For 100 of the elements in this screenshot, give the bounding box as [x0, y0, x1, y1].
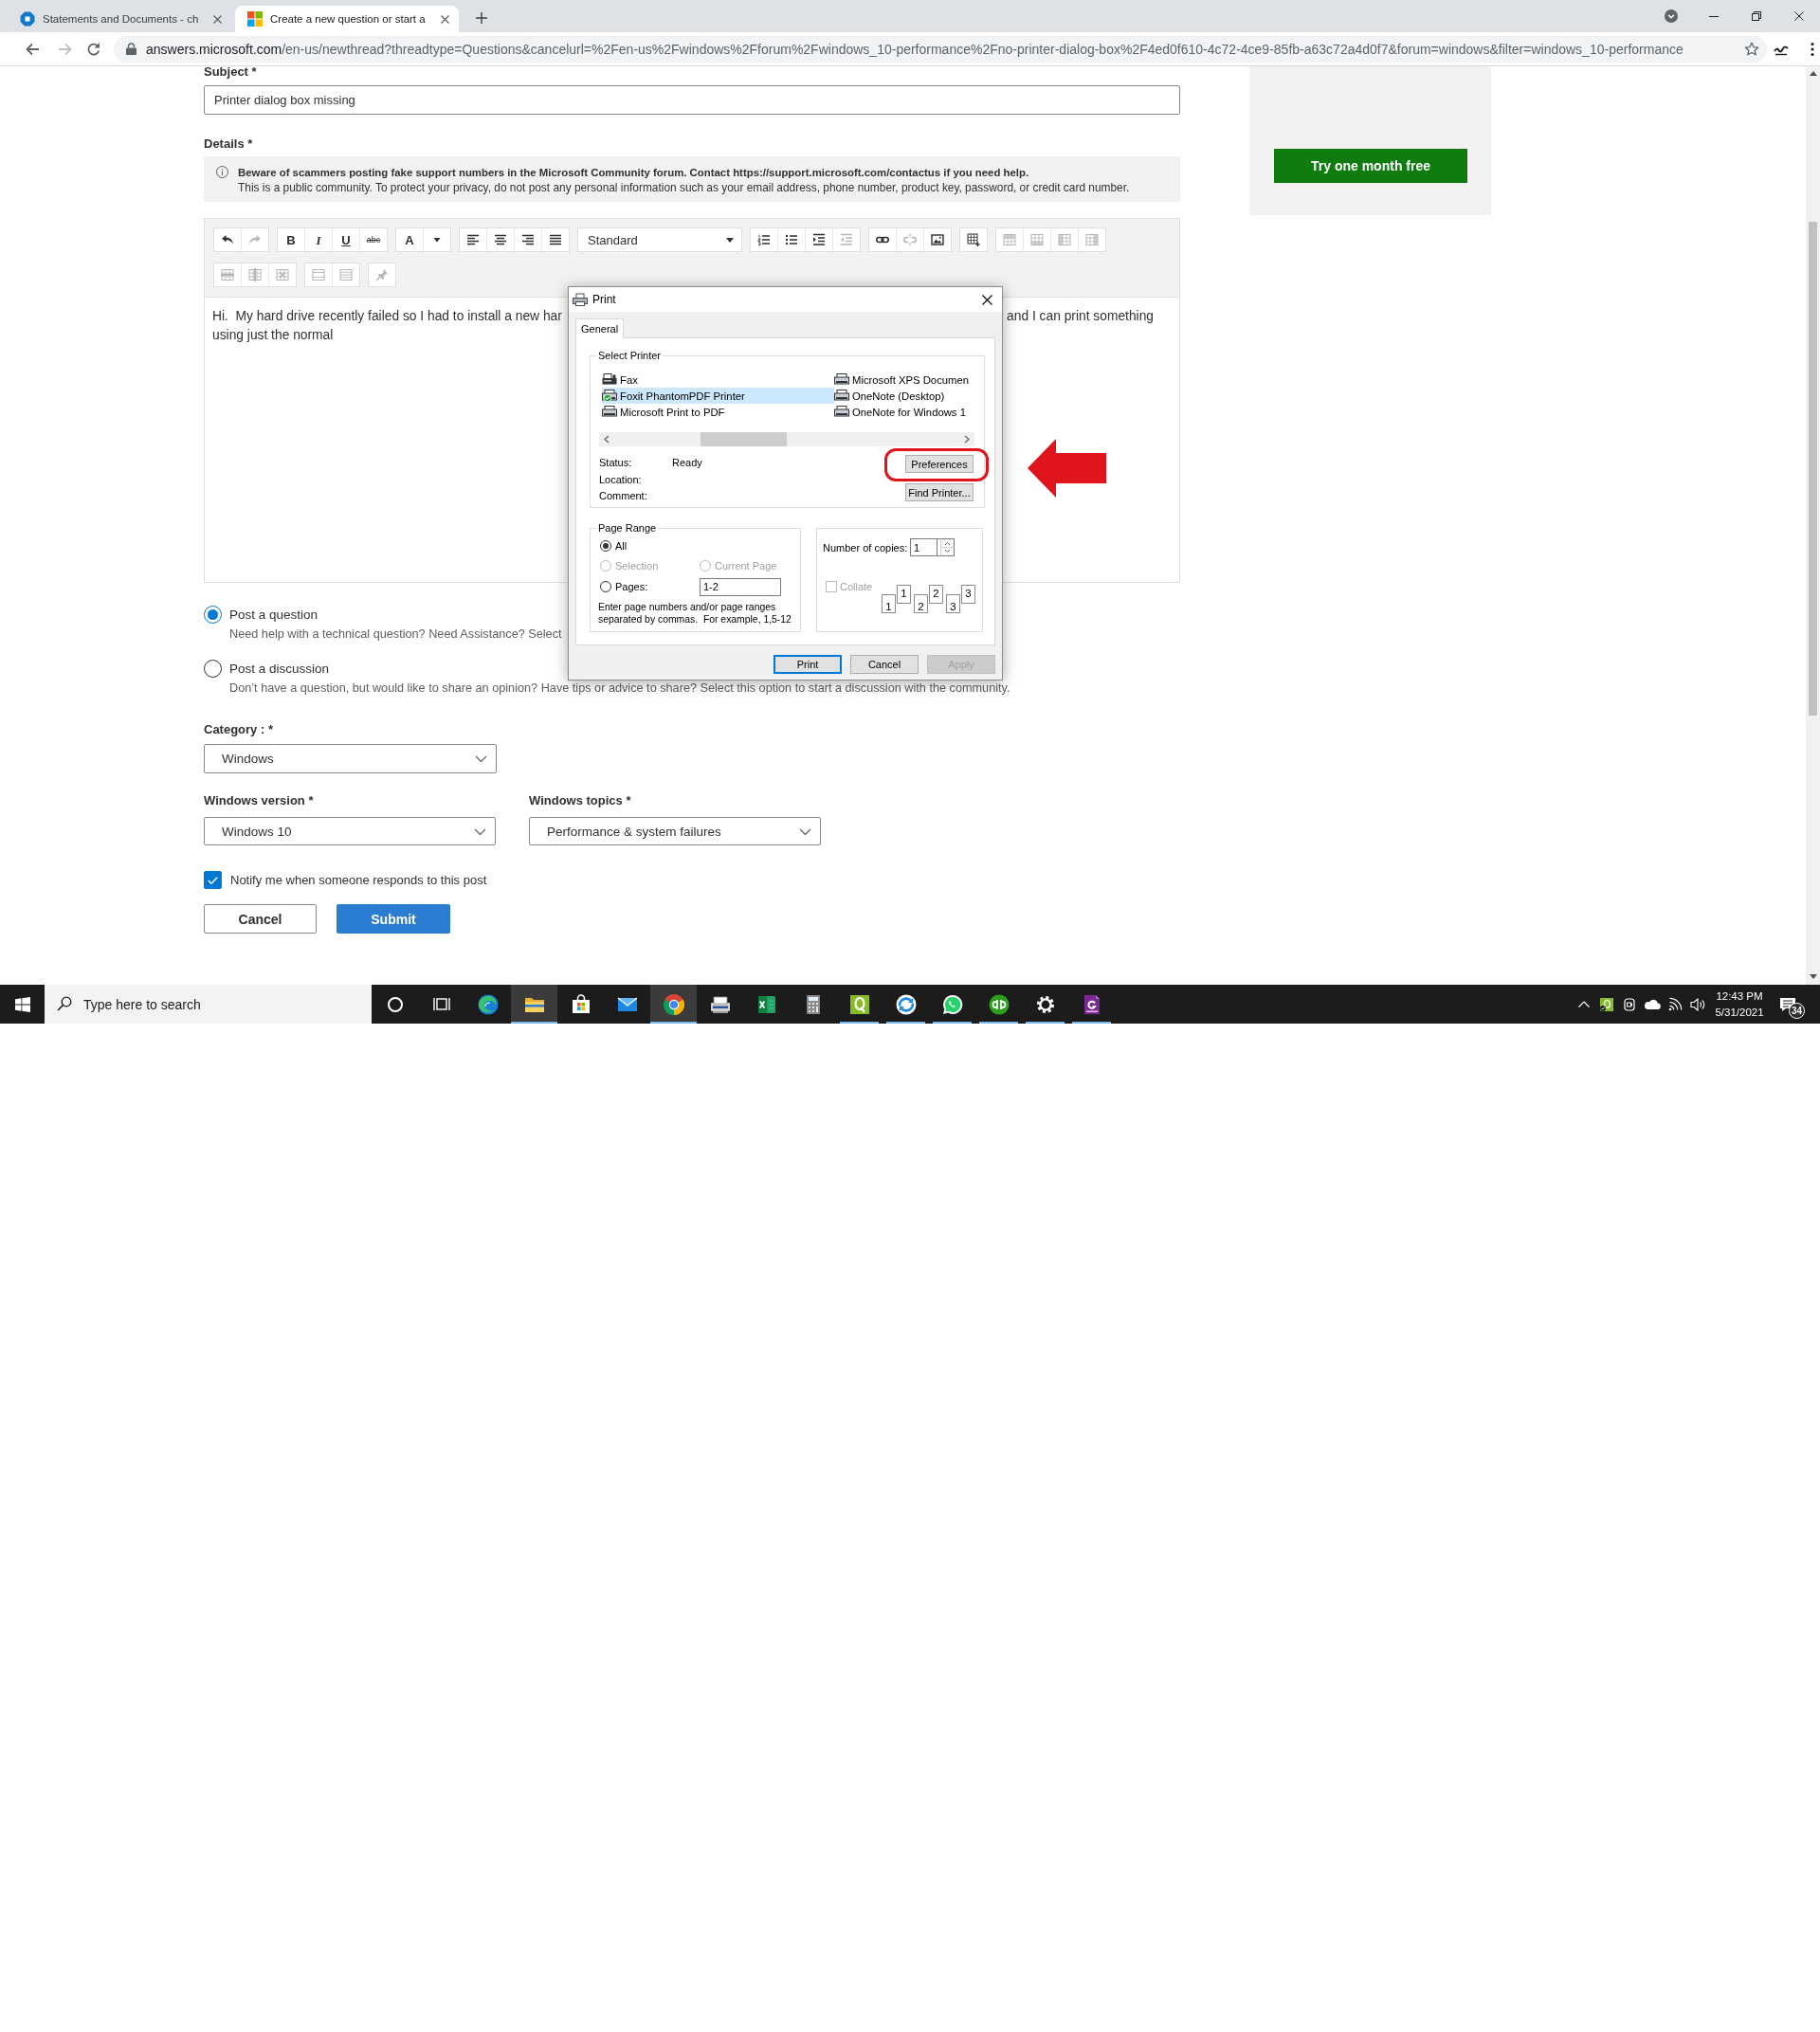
cloud-icon[interactable]: [1644, 999, 1661, 1009]
wifi-icon[interactable]: [1667, 997, 1683, 1011]
copies-label: Number of copies:: [823, 541, 909, 553]
image-icon: [931, 233, 944, 246]
warning-text: Beware of scammers posting fake support numbers in the Microsoft Community forum. Contact https://support.microsoft.com/contactus if you need help.: [238, 166, 1030, 180]
circle-logo-icon: [987, 992, 1010, 1016]
table-top-row-icon: [1003, 233, 1016, 246]
down-arrow-icon[interactable]: [1809, 974, 1817, 979]
table-button[interactable]: [959, 227, 988, 252]
info-label: Comment:: [599, 489, 648, 503]
option-description: Need help with a technical question? Need Assistance? Select: [229, 626, 563, 642]
printer-item[interactable]: Microsoft Print to PDF: [602, 404, 834, 420]
field-label: Windows version *: [204, 794, 315, 807]
undo-icon: [221, 233, 234, 246]
back-icon[interactable]: [25, 41, 40, 57]
printer-item[interactable]: Microsoft XPS Documen: [834, 372, 974, 388]
editor-text: Hi. My hard drive recently failed so I had to install a new har: [212, 308, 562, 323]
swirl-icon: [476, 992, 500, 1016]
table-icon: [967, 233, 980, 246]
taskbar-button[interactable]: [511, 985, 557, 1024]
unlink-icon: [903, 233, 917, 246]
radio-label: Current Page: [715, 559, 777, 572]
checkbox-label: Notify me when someone responds to this post: [230, 873, 487, 887]
printer-item[interactable]: OneNote (Desktop): [834, 388, 974, 404]
app-tile-icon: [847, 992, 871, 1016]
table-cross-icon: [276, 268, 289, 281]
clock-time[interactable]: 12:43 PM: [1716, 988, 1763, 1005]
info-value: Ready: [672, 456, 702, 470]
chevron-circle-icon[interactable]: [1664, 9, 1678, 23]
page-sheet: 1: [882, 594, 896, 613]
printer-item[interactable]: OneNote for Windows 1: [834, 404, 974, 420]
group-title: Page Range: [597, 522, 658, 535]
menu-icon[interactable]: [1811, 41, 1814, 57]
address-bar[interactable]: answers.microsoft.com/en-us/newthread?threadtype=Questions&cancelurl=%2Fen-us%2Fwindows%2Fforum%2Fwindows_10-performance%2Fno-printer-dialog-box%2F4ed0f610-4c72-4ce9-85fb-a63c72a4d0f7&forum=windows&filter=windows_10-performance: [114, 35, 1767, 63]
chevron-up-icon[interactable]: [1578, 1001, 1590, 1007]
dialog-button[interactable]: Cancel: [850, 655, 919, 674]
topics-dropdown[interactable]: Performance & system failures: [529, 817, 821, 845]
option-description: Don’t have a question, but would like to share an opinion? Have tips or advice to share? Select this option to start a discussion with the community.: [229, 680, 1011, 696]
spinner-arrows-icon[interactable]: [937, 538, 955, 556]
radio-button[interactable]: [204, 659, 222, 678]
table-rows-icon: [339, 268, 353, 281]
printer-icon: [573, 292, 588, 307]
editor-text: and I can print something: [1007, 308, 1154, 323]
start-icon[interactable]: [14, 996, 30, 1012]
search-icon: [57, 996, 72, 1011]
info-label: Location:: [599, 472, 643, 487]
taskbar-button[interactable]: [650, 985, 697, 1024]
speaker-icon[interactable]: [1690, 997, 1705, 1011]
app-tile-icon[interactable]: [1599, 996, 1614, 1012]
radio-label: Pages:: [615, 581, 648, 592]
cell-icon: [312, 268, 325, 281]
radio-button[interactable]: [204, 605, 222, 624]
close-icon[interactable]: [1793, 11, 1804, 21]
dialog-button[interactable]: Preferences: [905, 455, 974, 473]
star-icon[interactable]: [1744, 41, 1759, 57]
copies-field[interactable]: 1: [910, 538, 937, 556]
subject-field[interactable]: Printer dialog box missing: [204, 85, 1180, 115]
checkbox[interactable]: [204, 871, 222, 889]
pages-field[interactable]: 1-2: [700, 577, 781, 596]
trial-button[interactable]: Try one month free: [1274, 149, 1467, 183]
version-dropdown[interactable]: Windows 10: [204, 817, 496, 845]
close-icon[interactable]: [441, 14, 449, 24]
editor-text: using just the normal: [212, 327, 334, 342]
cancel-button[interactable]: Cancel: [204, 904, 317, 934]
table-column-icon: [248, 268, 262, 281]
outdent-icon: [840, 233, 853, 246]
close-icon[interactable]: [982, 294, 992, 305]
justify-icon: [549, 233, 562, 246]
restore-icon[interactable]: [1751, 11, 1761, 21]
radio-label: Post a discussion: [229, 661, 330, 676]
video-camera-icon[interactable]: [1622, 996, 1637, 1012]
radio-button[interactable]: [600, 539, 611, 552]
category-dropdown[interactable]: Windows: [204, 744, 497, 773]
group-title: Select Printer: [597, 350, 663, 362]
dialog-tab[interactable]: General: [575, 318, 625, 338]
radio-label: Post a question: [229, 607, 318, 622]
up-arrow-icon[interactable]: [1809, 71, 1817, 76]
info-label: Status:: [599, 456, 633, 470]
plus-icon[interactable]: [476, 12, 487, 24]
style-dropdown[interactable]: Standard: [577, 227, 742, 252]
printer-item[interactable]: Foxit PhantomPDF Printer: [602, 388, 834, 404]
scrollbar-thumb[interactable]: [1809, 222, 1817, 716]
radio-label: Selection: [615, 559, 659, 572]
search-field[interactable]: Type here to search: [45, 985, 372, 1024]
minimize-icon[interactable]: [1708, 15, 1719, 17]
chevron-down-icon: [475, 755, 487, 762]
reload-icon[interactable]: [86, 41, 101, 57]
page-sheet: 2: [929, 585, 943, 604]
dialog-button[interactable]: Print: [774, 655, 842, 674]
checkbox-label: Collate: [840, 581, 874, 592]
radio-button[interactable]: [600, 581, 611, 592]
scrollbar-thumb[interactable]: [701, 432, 787, 446]
submit-button[interactable]: Submit: [337, 904, 450, 934]
printer-item[interactable]: Fax: [602, 372, 834, 388]
dialog-button[interactable]: Find Printer...: [905, 483, 974, 501]
table-left-column-icon: [1058, 233, 1071, 246]
table-bottom-row-icon: [1030, 233, 1044, 246]
clock-date[interactable]: 5/31/2021: [1715, 1004, 1764, 1021]
browser-tab[interactable]: Create a new question or start a: [235, 6, 459, 32]
browser-tab[interactable]: Statements and Documents - ch: [8, 6, 231, 32]
